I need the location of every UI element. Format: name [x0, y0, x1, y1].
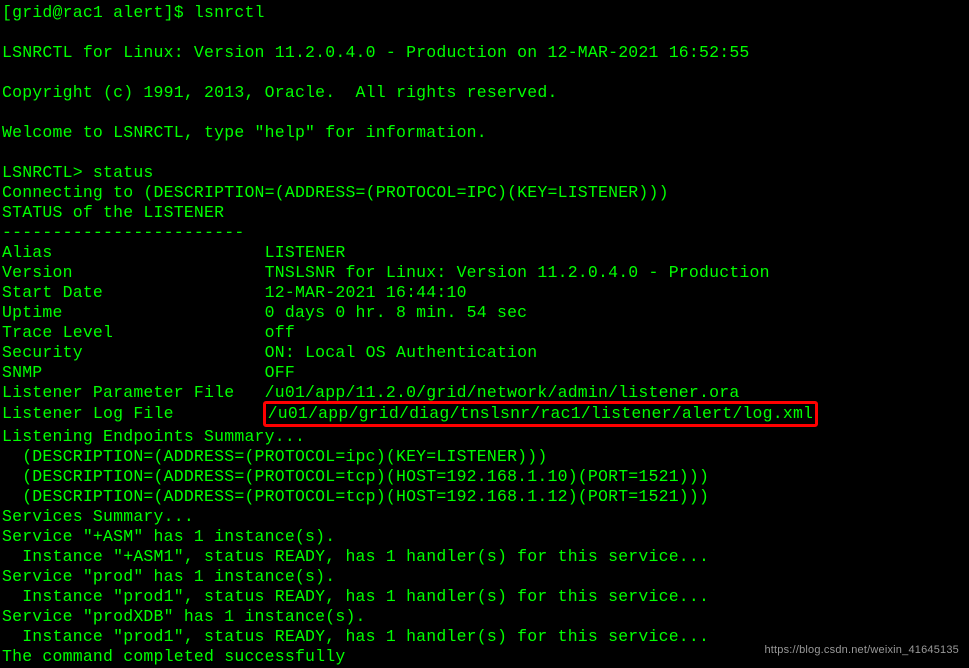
- terminal-line: Alias LISTENER: [2, 243, 967, 263]
- terminal-line: STATUS of the LISTENER: [2, 203, 967, 223]
- terminal-line: (DESCRIPTION=(ADDRESS=(PROTOCOL=ipc)(KEY…: [2, 447, 967, 467]
- terminal-line: Copyright (c) 1991, 2013, Oracle. All ri…: [2, 83, 967, 103]
- terminal-line: Service "+ASM" has 1 instance(s).: [2, 527, 967, 547]
- terminal-line: (DESCRIPTION=(ADDRESS=(PROTOCOL=tcp)(HOS…: [2, 467, 967, 487]
- terminal-line: (DESCRIPTION=(ADDRESS=(PROTOCOL=tcp)(HOS…: [2, 487, 967, 507]
- terminal-line: Version TNSLSNR for Linux: Version 11.2.…: [2, 263, 967, 283]
- terminal-line: Service "prod" has 1 instance(s).: [2, 567, 967, 587]
- log-file-path-highlight: /u01/app/grid/diag/tnslsnr/rac1/listener…: [263, 401, 819, 427]
- terminal-line: [2, 63, 967, 83]
- terminal-output-bottom: Listening Endpoints Summary... (DESCRIPT…: [2, 427, 967, 667]
- terminal-line: LSNRCTL for Linux: Version 11.2.0.4.0 - …: [2, 43, 967, 63]
- terminal-line: [grid@rac1 alert]$ lsnrctl: [2, 3, 967, 23]
- terminal-line: Trace Level off: [2, 323, 967, 343]
- terminal-line: Instance "+ASM1", status READY, has 1 ha…: [2, 547, 967, 567]
- listener-log-file-line: Listener Log File /u01/app/grid/diag/tns…: [2, 403, 967, 427]
- terminal-line: Start Date 12-MAR-2021 16:44:10: [2, 283, 967, 303]
- terminal-line: Welcome to LSNRCTL, type "help" for info…: [2, 123, 967, 143]
- terminal-line: Uptime 0 days 0 hr. 8 min. 54 sec: [2, 303, 967, 323]
- terminal-line: Service "prodXDB" has 1 instance(s).: [2, 607, 967, 627]
- terminal-line: ------------------------: [2, 223, 967, 243]
- terminal-line: [2, 143, 967, 163]
- terminal-line: Listener Parameter File /u01/app/11.2.0/…: [2, 383, 967, 403]
- log-file-label: Listener Log File: [2, 404, 265, 423]
- terminal-line: Security ON: Local OS Authentication: [2, 343, 967, 363]
- terminal-line: Listening Endpoints Summary...: [2, 427, 967, 447]
- terminal-output-top: [grid@rac1 alert]$ lsnrctl LSNRCTL for L…: [2, 3, 967, 403]
- terminal-line: Instance "prod1", status READY, has 1 ha…: [2, 587, 967, 607]
- terminal-line: Services Summary...: [2, 507, 967, 527]
- watermark-text: https://blog.csdn.net/weixin_41645135: [764, 640, 959, 660]
- terminal-line: [2, 103, 967, 123]
- terminal-line: SNMP OFF: [2, 363, 967, 383]
- terminal-line: [2, 23, 967, 43]
- terminal-line: Connecting to (DESCRIPTION=(ADDRESS=(PRO…: [2, 183, 967, 203]
- terminal-line: LSNRCTL> status: [2, 163, 967, 183]
